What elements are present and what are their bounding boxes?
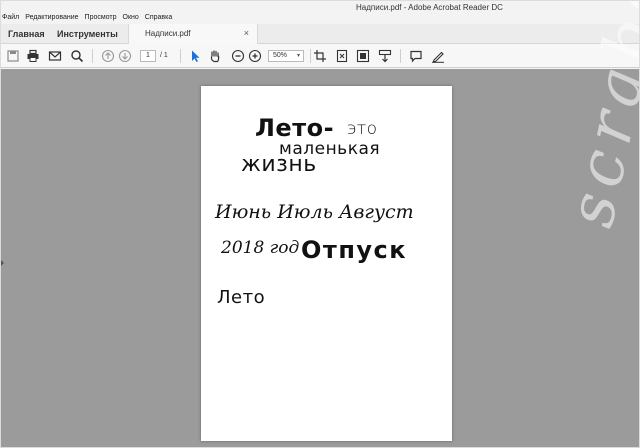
acrobat-window: Надписи.pdf - Adobe Acrobat Reader DC Фа… (0, 0, 640, 448)
document-tab-label: Надписи.pdf (145, 29, 191, 38)
comment-icon[interactable] (409, 49, 423, 63)
page-total: / 1 (160, 52, 168, 59)
inscription-summer: Лето (217, 287, 266, 308)
toolbar-separator (400, 49, 401, 63)
toolbar: 1 / 1 50% ▾ (0, 44, 640, 68)
zoom-in-icon[interactable] (248, 49, 262, 63)
prev-page-icon[interactable] (101, 49, 115, 63)
sign-icon[interactable] (431, 49, 445, 63)
tab-tools[interactable]: Инструменты (57, 28, 118, 40)
inscription-life: жизнь (241, 152, 317, 177)
search-icon[interactable] (70, 49, 84, 63)
document-tab[interactable]: Надписи.pdf × (128, 24, 258, 44)
select-cursor-icon[interactable] (188, 49, 202, 63)
close-tab-icon[interactable]: × (244, 28, 249, 38)
menu-window[interactable]: Окно (123, 13, 139, 23)
menu-bar: Файл Редактирование Просмотр Окно Справк… (2, 13, 172, 23)
toolbar-separator (310, 49, 311, 63)
inscription-eto: это (347, 119, 378, 139)
fit-page-icon[interactable] (335, 49, 349, 63)
pdf-page: Лето- это маленькая жизнь Июнь Июль Авгу… (201, 86, 452, 441)
inscription-leto: Лето- (255, 114, 335, 142)
next-page-icon[interactable] (118, 49, 132, 63)
zoom-value: 50% (273, 52, 288, 59)
page-number-input[interactable]: 1 (140, 50, 156, 62)
email-icon[interactable] (48, 49, 62, 63)
scroll-icon[interactable] (378, 49, 392, 63)
menu-view[interactable]: Просмотр (85, 13, 117, 23)
zoom-out-icon[interactable] (231, 49, 245, 63)
expand-panel-icon[interactable] (0, 259, 4, 267)
tab-home[interactable]: Главная (8, 28, 45, 40)
title-bar: Надписи.pdf - Adobe Acrobat Reader DC Фа… (0, 0, 640, 24)
inscription-months: Июнь Июль Август (215, 201, 414, 223)
fullscreen-icon[interactable] (356, 49, 370, 63)
toolbar-separator (92, 49, 93, 63)
menu-file[interactable]: Файл (2, 13, 19, 23)
inscription-year: 2018 год (221, 238, 300, 258)
document-viewer[interactable]: Лето- это маленькая жизнь Июнь Июль Авгу… (0, 69, 640, 448)
menu-edit[interactable]: Редактирование (25, 13, 78, 23)
save-icon[interactable] (6, 49, 20, 63)
crop-icon[interactable] (313, 49, 327, 63)
zoom-select[interactable]: 50% ▾ (268, 50, 304, 62)
tab-bar: Главная Инструменты Надписи.pdf × (0, 24, 640, 44)
toolbar-separator (180, 49, 181, 63)
menu-help[interactable]: Справка (145, 13, 172, 23)
print-icon[interactable] (26, 49, 40, 63)
inscription-vacation: Отпуск (301, 236, 408, 264)
window-title: Надписи.pdf - Adobe Acrobat Reader DC (356, 3, 503, 12)
chevron-down-icon: ▾ (296, 53, 300, 59)
hand-icon[interactable] (208, 49, 222, 63)
